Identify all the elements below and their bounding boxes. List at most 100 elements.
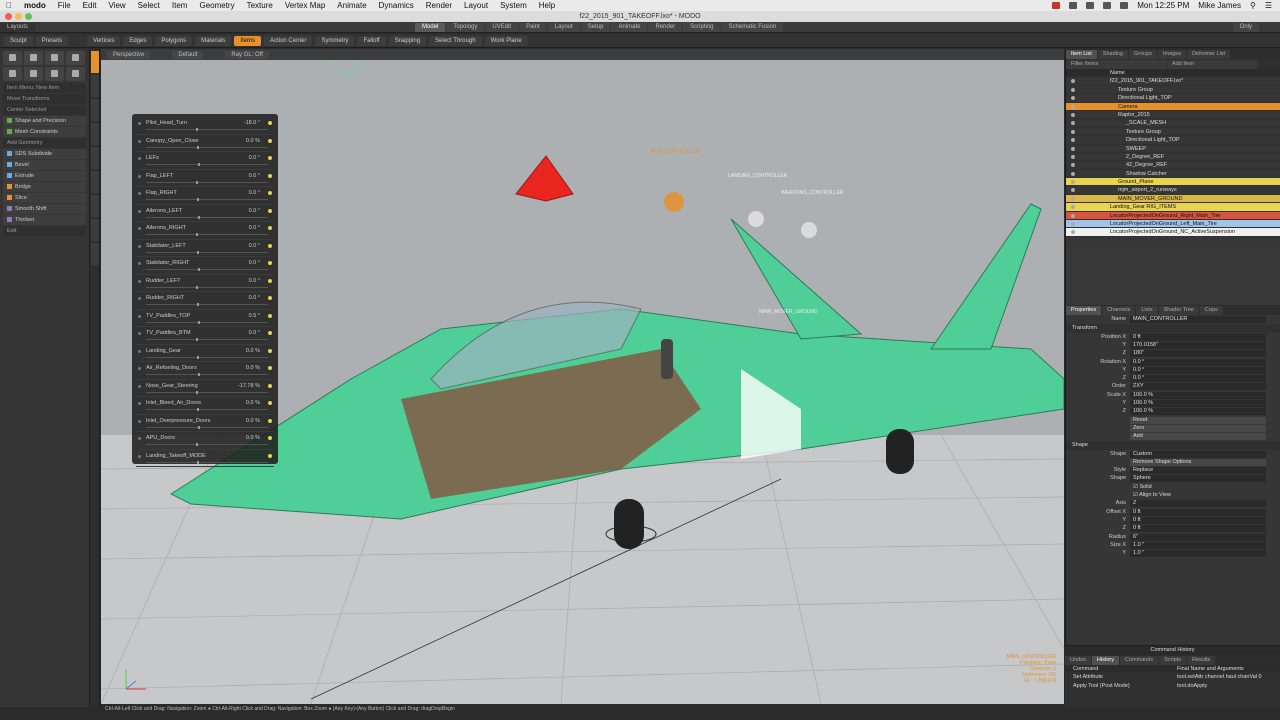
menu-file[interactable]: File — [58, 1, 71, 10]
slider-track[interactable] — [146, 374, 268, 375]
visibility-eye-icon[interactable] — [1071, 213, 1075, 218]
menu-item[interactable]: Item — [172, 1, 188, 10]
property-field-0-ft[interactable]: 0 ft — [1130, 508, 1266, 516]
transform-section[interactable]: Transform — [1066, 323, 1280, 333]
toolbar-action-center-button[interactable]: Action Center — [264, 35, 313, 46]
property-field-6[interactable]: 6" — [1130, 533, 1266, 541]
item-tab-deformer-list[interactable]: Deformer List — [1187, 49, 1231, 59]
slider-knob[interactable] — [197, 145, 199, 149]
item-list-empty-area[interactable] — [1066, 247, 1280, 306]
visibility-eye-icon[interactable] — [1071, 222, 1075, 227]
only-toggle[interactable]: Only — [1232, 22, 1259, 32]
keyframe-dot-icon[interactable] — [268, 436, 272, 440]
keyframe-dot-icon[interactable] — [268, 296, 272, 300]
toolbar-select-through-button[interactable]: Select Through — [429, 35, 482, 46]
controller-value[interactable]: -17.78 % — [238, 383, 260, 389]
layout-tab-uvedit[interactable]: UVEdit — [485, 22, 519, 32]
viewport-tab-perspective[interactable]: Perspective — [107, 50, 151, 59]
item-row-landing-gear-rig-items[interactable]: Landing_Gear RIG_ITEMS — [1066, 203, 1280, 212]
layout-tab-render[interactable]: Render — [648, 22, 683, 32]
menu-vertex-map[interactable]: Vertex Map — [285, 1, 325, 10]
slider-knob[interactable] — [196, 443, 198, 446]
visibility-eye-icon[interactable] — [1071, 180, 1075, 185]
property-field-custom[interactable]: Custom — [1130, 450, 1266, 458]
property-button-reset[interactable]: Reset — [1130, 416, 1266, 424]
slider-track[interactable] — [146, 269, 268, 270]
slider-knob[interactable] — [197, 408, 199, 411]
controller-row-stabilator-left[interactable]: Stabilator_LEFT 0.0 ° — [136, 240, 274, 257]
history-tab-commands[interactable]: Commands — [1120, 655, 1159, 665]
cube-tool-icon[interactable] — [3, 51, 22, 65]
visibility-eye-icon[interactable] — [1071, 163, 1075, 168]
tool-slice[interactable]: Slice — [3, 193, 86, 203]
vtab-duplicate[interactable] — [91, 99, 99, 121]
viewport-label-main-mover-ground[interactable]: MAIN_MOVER_GROUND — [759, 309, 818, 315]
slider-track[interactable] — [146, 409, 268, 410]
controller-row-inlet-overpressure-doors[interactable]: Inlet_Overpressure_Doors 0.0 % — [136, 415, 274, 432]
history-row-apply-tool-post-mode[interactable]: Apply Tool (Post Mode) tool.doApply — [1065, 682, 1280, 691]
menu-list-icon[interactable]: ☰ — [1265, 1, 1272, 10]
visibility-eye-icon[interactable] — [1071, 96, 1075, 101]
keyframe-dot-icon[interactable] — [268, 278, 272, 283]
property-field-0-0[interactable]: 0.0 ° — [1130, 366, 1266, 374]
controller-row-flap-left[interactable]: Flap_LEFT 0.0 ° — [136, 170, 274, 187]
item-row-shadow-catcher[interactable]: Shadow Catcher — [1066, 170, 1280, 179]
menu-select[interactable]: Select — [138, 1, 160, 10]
slider-track[interactable] — [146, 216, 268, 218]
item-row-sweep[interactable]: SWEEP — [1066, 145, 1280, 153]
slider-knob[interactable] — [198, 373, 200, 376]
slider-track[interactable] — [146, 444, 268, 445]
slider-track[interactable] — [146, 391, 268, 393]
keyframe-dot-icon[interactable] — [268, 348, 272, 353]
history-tab-undos[interactable]: Undos — [1065, 655, 1091, 665]
sphere-tool-icon[interactable] — [24, 51, 43, 65]
visibility-eye-icon[interactable] — [1071, 138, 1075, 143]
prop-tab-lists[interactable]: Lists — [1136, 305, 1158, 315]
history-tab-scripts[interactable]: Scripts — [1159, 655, 1186, 665]
vtab-deform[interactable] — [91, 75, 99, 97]
tool-item-menu-new-item[interactable]: Item Menu: New Item — [3, 83, 86, 93]
controller-row-lefs[interactable]: LEFs 0.0 ° — [136, 152, 274, 170]
toolbar-vertices-button[interactable]: Vertices — [87, 35, 121, 46]
property-field-replace[interactable]: Replace — [1130, 467, 1266, 475]
keyframe-dot-icon[interactable] — [268, 261, 272, 265]
user-name[interactable]: Mike James — [1198, 1, 1241, 10]
item-row-main-mover-ground[interactable]: MAIN_MOVER_GROUND — [1066, 194, 1280, 204]
vtab-painting[interactable] — [91, 243, 99, 265]
controller-row-tv-paddles-btm[interactable]: TV_Paddles_BTM 0.0 ° — [136, 327, 274, 345]
name-field[interactable]: MAIN_CONTROLLER — [1130, 316, 1266, 324]
slider-knob[interactable] — [196, 338, 198, 341]
keyframe-dot-icon[interactable] — [268, 313, 272, 318]
controller-value[interactable]: 0.0 ° — [249, 330, 260, 336]
viewport-tab-default[interactable]: Default — [172, 50, 204, 59]
item-row-texture-group[interactable]: Texture Group — [1066, 128, 1280, 137]
toolbar-falloff-button[interactable]: Falloff — [357, 35, 386, 46]
keyframe-dot-icon[interactable] — [268, 121, 272, 125]
controller-row-ailerons-left[interactable]: Ailerons_LEFT 0.0 ° — [136, 205, 274, 222]
item-row-locatorprojectedonground-left-main-tire[interactable]: LocatorProjectedOnGround_Left_Main_Tire — [1066, 220, 1280, 229]
controller-value[interactable]: 0.0 ° — [249, 155, 260, 161]
keyframe-dot-icon[interactable] — [268, 331, 272, 335]
keyframe-dot-icon[interactable] — [268, 366, 272, 370]
layouts-menu[interactable]: Layouts — [0, 22, 36, 32]
controller-value[interactable]: 0.0 ° — [249, 173, 260, 179]
slider-track[interactable] — [146, 286, 268, 288]
prop-tab-shader-tree[interactable]: Shader Tree — [1158, 305, 1199, 315]
viewport-label-main-controller[interactable]: MAIN_CONTROLLER — [650, 149, 699, 155]
layout-tab-animate[interactable]: Animate — [611, 22, 648, 32]
visibility-eye-icon[interactable] — [1071, 104, 1075, 109]
vtab-uv[interactable] — [91, 219, 99, 241]
vtab-mesh-edit[interactable] — [91, 123, 99, 145]
menu-animate[interactable]: Animate — [337, 1, 366, 10]
toolbar-snapping-button[interactable]: Snapping — [388, 35, 427, 46]
controller-value[interactable]: 0.0 % — [246, 400, 260, 406]
slider-track[interactable] — [146, 146, 268, 148]
menu-texture[interactable]: Texture — [247, 1, 273, 10]
visibility-eye-icon[interactable] — [1071, 205, 1075, 210]
property-field-0-0[interactable]: 0.0 ° — [1130, 375, 1266, 383]
item-row-mjm-airport-2-runways[interactable]: mjm_airport_2_runways — [1066, 186, 1280, 195]
menu-view[interactable]: View — [108, 1, 125, 10]
item-row-locatorprojectedonground-nc-activesuspension[interactable]: LocatorProjectedOnGround_NC_ActiveSuspen… — [1066, 228, 1280, 237]
slider-knob[interactable] — [196, 285, 198, 289]
slider-knob[interactable] — [196, 128, 198, 131]
